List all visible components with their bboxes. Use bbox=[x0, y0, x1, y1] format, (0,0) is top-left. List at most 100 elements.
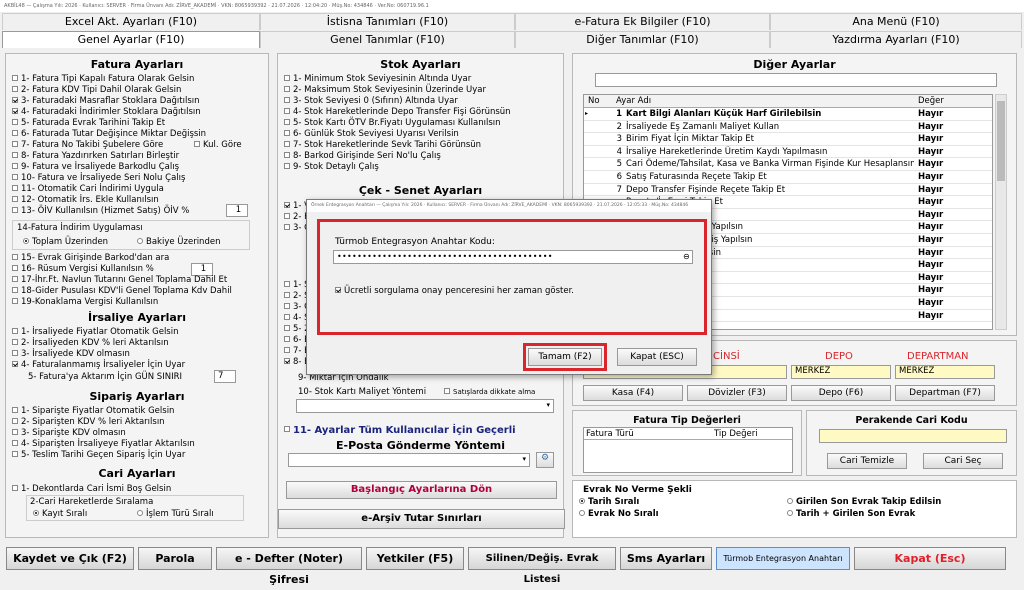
stok-opt-7[interactable]: 7- Stok Hareketlerinde Sevk Tarihi Görün… bbox=[284, 140, 481, 150]
fatura-opt-7[interactable]: 7- Fatura No Takibi Şubelere Göre bbox=[12, 140, 163, 150]
fatura-opt-10[interactable]: 10- Fatura ve İrsaliyede Seri Nolu Çalış bbox=[12, 173, 185, 183]
reveal-eye-icon[interactable]: ⊖ bbox=[683, 251, 690, 262]
maliyet-select[interactable]: ▾ bbox=[296, 399, 554, 413]
grid-cell: 4 bbox=[616, 146, 622, 157]
fatura-opt-12[interactable]: 12- Otomatik İrs. Ekle Kullanılsın bbox=[12, 195, 159, 205]
irs-opt-2[interactable]: 2- İrsaliyeden KDV % leri Aktarılsın bbox=[12, 338, 169, 348]
depo-input[interactable]: MERKEZ bbox=[791, 365, 891, 379]
diger-search-input[interactable] bbox=[595, 73, 997, 87]
table-row[interactable]: 6 Satış Faturasında Reçete Takip Et Hayır bbox=[584, 171, 992, 184]
left-panel: Fatura Ayarları 1- Fatura Tipi Kapalı Fa… bbox=[5, 53, 269, 538]
tab-efatura[interactable]: e-Fatura Ek Bilgiler (F10) bbox=[515, 13, 770, 30]
table-row[interactable]: 4 İrsaliye Hareketlerinde Üretim Kaydı Ya… bbox=[584, 146, 992, 159]
stok-opt-2[interactable]: 2- Maksimum Stok Seviyesinin Üzerinde Uy… bbox=[284, 85, 486, 95]
stok-opt-8[interactable]: 8- Barkod Girişinde Seri No'lu Çalış bbox=[284, 151, 441, 161]
evrak-opt-no[interactable]: Evrak No Sıralı bbox=[579, 509, 659, 519]
fatura-opt-2[interactable]: 2- Fatura KDV Tipi Dahil Olarak Gelsin bbox=[12, 85, 181, 95]
onay-checkbox[interactable]: Ücretli sorgulama onay penceresini her z… bbox=[335, 286, 574, 296]
fatura-opt-18[interactable]: 18-Gider Pusulası KDV'li Genel Toplama K… bbox=[12, 286, 232, 296]
table-row[interactable]: ▸ 1 Kart Bilgi Alanları Küçük Harf Girileb… bbox=[584, 108, 992, 121]
table-row[interactable]: 2 İrsaliyede Eş Zamanlı Maliyet Kullan Hay… bbox=[584, 121, 992, 134]
perakende-input[interactable] bbox=[819, 429, 1007, 443]
cari-opt-1[interactable]: 1- Dekontlarda Cari İsmi Boş Gelsin bbox=[12, 484, 171, 494]
scrollbar-thumb[interactable] bbox=[997, 101, 1005, 181]
evrak-opt-tarih[interactable]: Tarih Sıralı bbox=[579, 497, 639, 507]
parola-button[interactable]: Parola bbox=[138, 547, 212, 570]
opt-islem[interactable]: İşlem Türü Sıralı bbox=[137, 509, 214, 519]
evrak-opt-tarih-son[interactable]: Tarih + Girilen Son Evrak bbox=[787, 509, 915, 519]
fatura-opt-5[interactable]: 5- Faturada Evrak Tarihini Takip Et bbox=[12, 118, 165, 128]
sip-opt-5[interactable]: 5- Teslim Tarihi Geçen Sipariş İçin Uyar bbox=[12, 450, 185, 460]
irs-gun-input[interactable]: 7 bbox=[214, 370, 236, 383]
fatura-opt-9[interactable]: 9- Fatura ve İrsaliyede Barkodlu Çalış bbox=[12, 162, 179, 172]
cari-sec-button[interactable]: Cari Seç bbox=[923, 453, 1003, 469]
sip-opt-2[interactable]: 2- Siparişten KDV % leri Aktarılsın bbox=[12, 417, 165, 427]
kapat-dialog-button[interactable]: Kapat (ESC) bbox=[617, 348, 697, 366]
sip-opt-3[interactable]: 3- Siparişte KDV olmasın bbox=[12, 428, 126, 438]
kapat-button[interactable]: Kapat (Esc) bbox=[854, 547, 1006, 570]
tab-ana-menu[interactable]: Ana Menü (F10) bbox=[770, 13, 1022, 30]
gear-button[interactable]: ⚙ bbox=[536, 452, 554, 468]
table-row[interactable]: 5 Cari Ödeme/Tahsilat, Kasa ve Banka Virm… bbox=[584, 158, 992, 171]
table-row[interactable]: 7 Depo Transfer Fişinde Reçete Takip Et Ha… bbox=[584, 184, 992, 197]
tab-genel-tanimlar[interactable]: Genel Tanımlar (F10) bbox=[260, 31, 515, 48]
fatura-opt-13[interactable]: 13- ÖİV Kullanılsın (Hizmet Satış) ÖİV % bbox=[12, 206, 189, 216]
kasa-button[interactable]: Kasa (F4) bbox=[583, 385, 683, 401]
tab-diger-tanimlar[interactable]: Diğer Tanımlar (F10) bbox=[515, 31, 770, 48]
stok-opt-1[interactable]: 1- Minimum Stok Seviyesinin Altında Uyar bbox=[284, 74, 471, 84]
key-label: Türmob Entegrasyon Anahtar Kodu: bbox=[335, 237, 495, 247]
key-input[interactable]: ••••••••••••••••••••••••••••••••••••••••… bbox=[333, 250, 693, 264]
kaydet-cik-button[interactable]: Kaydet ve Çık (F2) bbox=[6, 547, 134, 570]
checkbox[interactable] bbox=[12, 74, 18, 81]
grid-cell: Hayır bbox=[918, 121, 944, 132]
irs-opt-4[interactable]: 4- Faturalanmamış İrsaliyeler İçin Uyar bbox=[12, 360, 185, 370]
opt-toplam[interactable]: Toplam Üzerinden bbox=[23, 237, 108, 247]
eposta-select[interactable]: ▾ bbox=[288, 453, 530, 467]
departman-input[interactable]: MERKEZ bbox=[895, 365, 995, 379]
yetkiler-button[interactable]: Yetkiler (F5) bbox=[366, 547, 464, 570]
kul-gore-option[interactable]: Kul. Göre bbox=[194, 140, 242, 150]
baslangic-button[interactable]: Başlangıç Ayarlarına Dön bbox=[286, 481, 557, 499]
fatura-opt-16[interactable]: 16- Rüsum Vergisi Kullanılsın % bbox=[12, 264, 154, 274]
table-row[interactable]: 3 Birim Fiyat İçin Miktar Takip Et Hayır bbox=[584, 133, 992, 146]
doviz-button[interactable]: Dövizler (F3) bbox=[687, 385, 787, 401]
oiv-input[interactable]: 1 bbox=[226, 204, 248, 217]
sms-ayarlari-button[interactable]: Sms Ayarları bbox=[620, 547, 712, 570]
depo-button[interactable]: Depo (F6) bbox=[791, 385, 891, 401]
tamam-button[interactable]: Tamam (F2) bbox=[528, 348, 602, 366]
turmob-anahtar-button[interactable]: Türmob Entegrasyon Anahtarı bbox=[716, 547, 850, 570]
fatura-opt-17[interactable]: 17-İhr.Ft. Navlun Tutarını Genel Toplama… bbox=[12, 275, 227, 285]
tab-yazdirma[interactable]: Yazdırma Ayarları (F10) bbox=[770, 31, 1022, 48]
irs-opt-3[interactable]: 3- İrsaliyede KDV olmasın bbox=[12, 349, 130, 359]
fatura-opt-1[interactable]: 1- Fatura Tipi Kapalı Fatura Olarak Gels… bbox=[12, 74, 194, 84]
opt-bakiye[interactable]: Bakiye Üzerinden bbox=[137, 237, 220, 247]
all-users-option[interactable]: 11- Ayarlar Tüm Kullanıcılar İçin Geçerl… bbox=[284, 426, 516, 436]
earsiv-button[interactable]: e-Arşiv Tutar Sınırları bbox=[278, 509, 565, 529]
sip-opt-1[interactable]: 1- Siparişte Fiyatlar Otomatik Gelsin bbox=[12, 406, 174, 416]
fatura-opt-19[interactable]: 19-Konaklama Vergisi Kullanılsın bbox=[12, 297, 158, 307]
fatura-opt-4[interactable]: 4- Faturadaki İndirimler Stoklara Dağıtı… bbox=[12, 107, 201, 117]
stok-opt-6[interactable]: 6- Günlük Stok Seviyesi Uyarısı Verilsin bbox=[284, 129, 459, 139]
edefter-sifre-button[interactable]: e - Defter (Noter) Şifresi bbox=[216, 547, 362, 586]
fatura-opt-15[interactable]: 15- Evrak Girişinde Barkod'dan ara bbox=[12, 253, 169, 263]
opt-kayit[interactable]: Kayıt Sıralı bbox=[33, 509, 87, 519]
fatura-opt-3[interactable]: 3- Faturadaki Masraflar Stoklara Dağıtıl… bbox=[12, 96, 200, 106]
cari-temizle-button[interactable]: Cari Temizle bbox=[827, 453, 907, 469]
silinen-evrak-button[interactable]: Silinen/Değiş. Evrak Listesi bbox=[468, 547, 616, 585]
fatura-opt-6[interactable]: 6- Faturada Tutar Değişince Miktar Değiş… bbox=[12, 129, 206, 139]
departman-button[interactable]: Departman (F7) bbox=[895, 385, 995, 401]
dikkat-option[interactable]: Satışlarda dikkate alma bbox=[444, 387, 535, 397]
evrak-opt-son[interactable]: Girilen Son Evrak Takip Edilsin bbox=[787, 497, 941, 507]
fatura-opt-8[interactable]: 8- Fatura Yazdırırken Satırları Birleşti… bbox=[12, 151, 179, 161]
tab-istisna[interactable]: İstisna Tanımları (F10) bbox=[260, 13, 515, 30]
irs-opt-1[interactable]: 1- İrsaliyede Fiyatlar Otomatik Gelsin bbox=[12, 327, 178, 337]
tab-excel[interactable]: Excel Akt. Ayarları (F10) bbox=[2, 13, 260, 30]
fatura-opt-11[interactable]: 11- Otomatik Cari İndirimi Uygula bbox=[12, 184, 164, 194]
stok-opt-9[interactable]: 9- Stok Detaylı Çalış bbox=[284, 162, 379, 172]
grid-scrollbar[interactable] bbox=[995, 94, 1007, 330]
tab-genel-ayarlar[interactable]: Genel Ayarlar (F10) bbox=[2, 31, 260, 48]
stok-opt-4[interactable]: 4- Stok Hareketlerinde Depo Transfer Fiş… bbox=[284, 107, 511, 117]
stok-opt-5[interactable]: 5- Stok Kartı ÖTV Br.Fiyatı Uygulaması K… bbox=[284, 118, 501, 128]
stok-opt-3[interactable]: 3- Stok Seviyesi 0 (Sıfırın) Altında Uya… bbox=[284, 96, 458, 106]
sip-opt-4[interactable]: 4- Siparişten İrsaliyeye Fiyatlar Aktarı… bbox=[12, 439, 195, 449]
